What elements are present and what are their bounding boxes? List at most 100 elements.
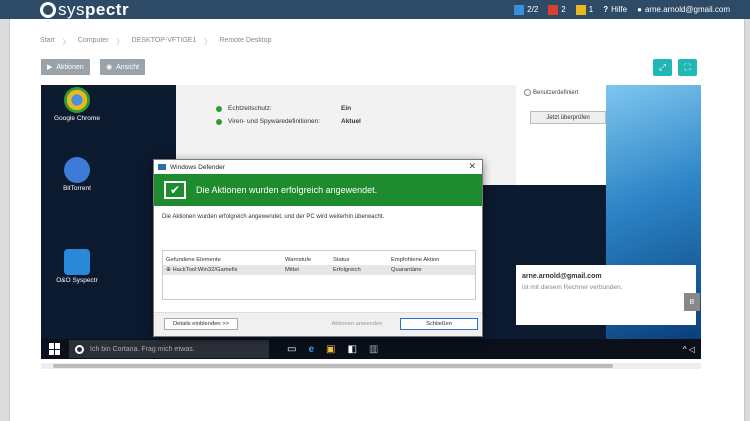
defender-dialog: Windows Defender ✕ ✔ Die Aktionen wurden… — [153, 159, 483, 337]
table-cell: Mittel — [285, 267, 299, 273]
user-icon: ● — [637, 5, 642, 14]
user-email: arne.arnold@gmail.com — [644, 5, 730, 14]
edge-icon[interactable]: e — [308, 344, 314, 355]
account-panel: arne.arnold@gmail.com ist mit diesem Rec… — [516, 265, 700, 325]
help-label: Hilfe — [611, 5, 628, 14]
remote-desktop-view[interactable]: Google Chrome BitTorrent O&O Syspectr Ec… — [41, 85, 701, 359]
fullscreen-icon: ⛶ — [684, 62, 691, 72]
store-icon[interactable]: ◧ — [347, 344, 356, 355]
defender-window-icon — [158, 164, 166, 170]
status-value: Aktuel — [341, 118, 361, 125]
breadcrumb-start[interactable]: Start — [40, 37, 55, 47]
column-header: Gefundene Elemente — [166, 257, 221, 263]
view-label: Ansicht — [116, 63, 140, 71]
check-icon — [216, 118, 222, 125]
top-bar: sys pectr 2/2 2 1 ? Hilfe ● arne.arnold@g… — [0, 0, 750, 19]
play-icon: ▶ — [47, 64, 53, 71]
warning-icon — [575, 4, 586, 15]
scan-now-button[interactable]: Jetzt überprüfen — [530, 111, 606, 124]
breadcrumb-computer[interactable]: Computer — [78, 37, 109, 47]
radio-label: Benutzerdefiniert — [533, 89, 579, 96]
dialog-message: Die Aktionen wurden erfolgreich angewend… — [162, 214, 385, 220]
logo[interactable]: sys pectr — [40, 0, 129, 19]
windows-start-icon[interactable] — [49, 343, 61, 355]
check-monitor-icon: ✔ — [164, 181, 186, 199]
status-row: Viren- und Spywaredefinitionen: Aktuel — [216, 118, 361, 125]
taskbar-icons: ▭ e ▣ ◧ ▥ — [287, 344, 378, 355]
view-button[interactable]: ◉ Ansicht — [100, 59, 146, 75]
breadcrumb-device[interactable]: DESKTOP-VFTIGE1 — [132, 37, 197, 47]
desktop-icon-bittorrent[interactable]: BitTorrent — [47, 157, 107, 192]
system-tray[interactable]: ^ ◁ — [683, 345, 695, 354]
expand-icon: ⤢ — [658, 62, 667, 72]
logo-text-prefix: sys — [58, 0, 85, 19]
custom-scan-radio[interactable]: Benutzerdefiniert — [524, 89, 578, 96]
status-row: Echtzeitschutz: Ein — [216, 105, 351, 112]
breadcrumb-separator: 〉 — [62, 39, 70, 46]
breadcrumb: Start 〉 Computer 〉 DESKTOP-VFTIGE1 〉 Rem… — [40, 37, 272, 47]
help-link[interactable]: ? Hilfe — [603, 5, 627, 14]
fullscreen-button[interactable]: ⛶ — [678, 59, 697, 76]
cortana-search-box[interactable]: Ich bin Cortana. Frag mich etwas. — [69, 340, 269, 358]
desktop-icon-label: O&O Syspectr — [56, 277, 98, 284]
desktop-icon-label: BitTorrent — [63, 185, 91, 192]
count-warnings[interactable]: 1 — [575, 4, 594, 15]
account-text: ist mit diesem Rechner verbunden. — [522, 284, 623, 291]
dialog-footer: Details einblenden >> Aktionen anwenden … — [154, 312, 482, 336]
threats-table: Gefundene Elemente Warnstufe Status Empf… — [162, 250, 476, 300]
status-value: Ein — [341, 105, 352, 112]
count-alerts[interactable]: 2 — [548, 4, 566, 15]
table-cell: ⊕ HackTool:Win32/Gamefix — [166, 267, 238, 273]
table-cell: Quarantäne — [391, 267, 422, 273]
count-alerts-label: 2 — [561, 5, 566, 14]
count-computers[interactable]: 2/2 — [514, 4, 539, 15]
close-icon[interactable]: ✕ — [468, 161, 476, 172]
desktop-icon-syspectr[interactable]: O&O Syspectr — [47, 249, 107, 284]
logo-gear-icon — [40, 1, 56, 18]
actions-button[interactable]: ▶ Aktionen — [41, 59, 90, 75]
banner-text: Die Aktionen wurden erfolgreich angewend… — [196, 185, 378, 195]
close-button[interactable]: Schließen — [400, 318, 478, 330]
check-icon — [216, 105, 222, 112]
user-menu[interactable]: ● arne.arnold@gmail.com — [637, 5, 730, 14]
eye-icon: ◉ — [106, 64, 113, 71]
column-header: Status — [333, 257, 350, 263]
dialog-titlebar: Windows Defender ✕ — [154, 160, 482, 174]
chrome-icon — [64, 87, 90, 113]
cortana-placeholder: Ich bin Cortana. Frag mich etwas. — [90, 345, 195, 353]
column-header: Warnstufe — [285, 257, 312, 263]
details-button[interactable]: Details einblenden >> — [164, 318, 238, 330]
status-label: Echtzeitschutz: — [228, 105, 272, 112]
radio-icon — [524, 89, 531, 96]
logo-text-suffix: pectr — [85, 0, 130, 19]
expand-button[interactable]: ⤢ — [653, 59, 672, 76]
apply-actions-button[interactable]: Aktionen anwenden — [326, 318, 388, 330]
horizontal-scrollbar[interactable] — [41, 363, 701, 369]
bittorrent-icon — [64, 157, 90, 183]
table-header: Gefundene Elemente Warnstufe Status Empf… — [163, 255, 475, 265]
cortana-icon — [75, 344, 84, 354]
desktop-icon-label: Google Chrome — [54, 115, 100, 122]
table-row[interactable]: ⊕ HackTool:Win32/Gamefix Mittel Erfolgre… — [163, 265, 475, 275]
desktop-icon-chrome[interactable]: Google Chrome — [47, 87, 107, 122]
syspectr-icon — [64, 249, 90, 275]
defender-taskbar-icon[interactable]: ▥ — [369, 344, 378, 355]
help-icon: ? — [603, 5, 609, 14]
computer-icon — [514, 4, 525, 15]
main-page: Start 〉 Computer 〉 DESKTOP-VFTIGE1 〉 Rem… — [9, 19, 745, 421]
top-right-status: 2/2 2 1 ? Hilfe ● arne.arnold@gmail.com — [504, 0, 730, 19]
status-label: Viren- und Spywaredefinitionen: — [228, 118, 321, 125]
alert-icon — [548, 4, 559, 15]
count-computers-label: 2/2 — [527, 5, 539, 14]
breadcrumb-separator: 〉 — [204, 39, 212, 46]
success-banner: ✔ Die Aktionen wurden erfolgreich angewe… — [154, 174, 482, 206]
explorer-icon[interactable]: ▣ — [326, 344, 335, 355]
account-email: arne.arnold@gmail.com — [522, 273, 602, 280]
dialog-title: Windows Defender — [170, 163, 225, 171]
task-view-icon[interactable]: ▭ — [287, 344, 296, 355]
actions-label: Aktionen — [56, 63, 84, 71]
account-button[interactable]: B — [684, 293, 700, 311]
count-warnings-label: 1 — [588, 5, 594, 14]
scrollbar-thumb[interactable] — [53, 364, 613, 368]
breadcrumb-separator: 〉 — [116, 39, 124, 46]
